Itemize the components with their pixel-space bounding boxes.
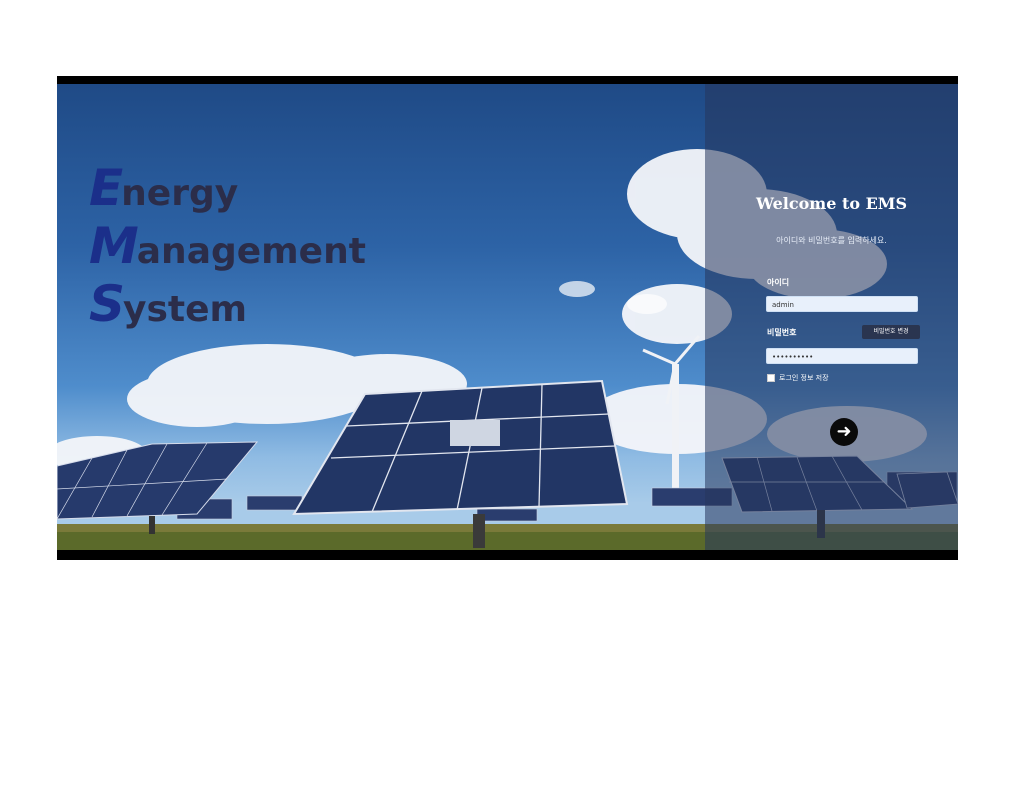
password-label: 비밀번호 — [767, 328, 797, 337]
remember-login[interactable]: 로그인 정보 저장 — [767, 373, 829, 383]
brand-line-management: Management — [89, 220, 366, 278]
login-panel: Welcome to EMS 아이디와 비밀번호를 입력하세요. 아이디 adm… — [705, 84, 958, 550]
brand-word-energy: nergy — [121, 173, 239, 214]
arrow-right-icon: ➜ — [836, 421, 852, 442]
login-title: Welcome to EMS — [755, 194, 908, 213]
remember-label: 로그인 정보 저장 — [779, 374, 829, 382]
login-instruction: 아이디와 비밀번호를 입력하세요. — [776, 236, 887, 245]
brand-initial-e: E — [89, 159, 123, 217]
id-label: 아이디 — [767, 278, 790, 287]
brand-word-management: anagement — [136, 231, 366, 272]
background-photo: Energy Management System Welcome to EMS … — [57, 84, 958, 550]
id-input[interactable]: admin — [766, 296, 918, 312]
ems-logo: Energy Management System — [89, 162, 366, 336]
change-password-button[interactable]: 비밀번호 변경 — [862, 325, 920, 339]
brand-line-energy: Energy — [89, 162, 366, 220]
app-frame: Energy Management System Welcome to EMS … — [57, 76, 958, 560]
brand-word-system: ystem — [123, 289, 248, 330]
remember-checkbox[interactable] — [767, 374, 775, 382]
brand-line-system: System — [89, 278, 366, 336]
login-submit-button[interactable]: ➜ — [830, 418, 858, 446]
password-input[interactable]: •••••••••• — [766, 348, 918, 364]
brand-initial-s: S — [89, 275, 125, 333]
brand-initial-m: M — [89, 217, 139, 275]
